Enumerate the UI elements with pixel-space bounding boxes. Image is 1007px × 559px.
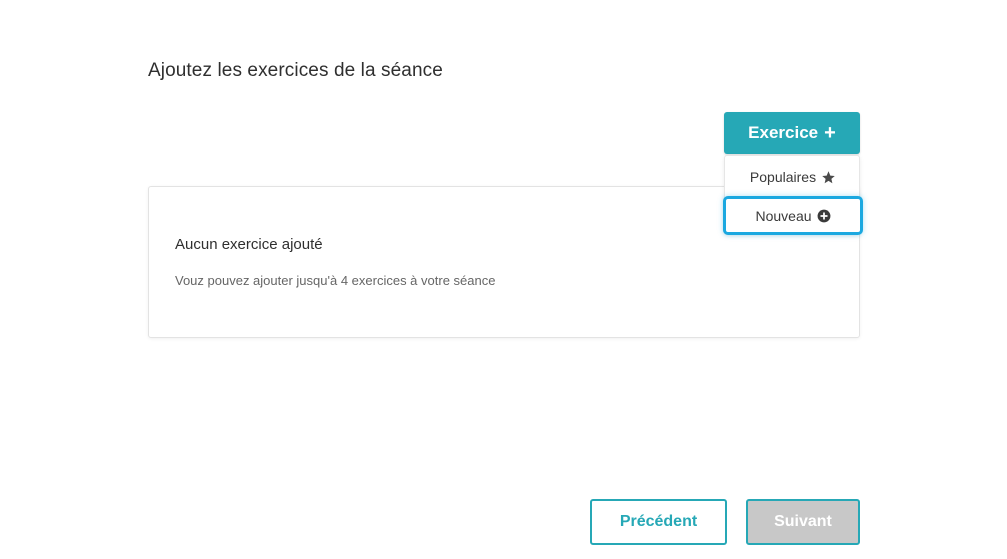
add-exercise-label: Exercice (748, 123, 819, 142)
plus-icon: + (824, 122, 836, 144)
page-title: Ajoutez les exercices de la séance (148, 60, 443, 81)
next-button[interactable]: Suivant (746, 499, 860, 545)
exercise-dropdown-menu: Populaires Nouveau (723, 155, 863, 235)
previous-button[interactable]: Précédent (590, 499, 727, 545)
empty-state-title: Aucun exercice ajouté (175, 236, 323, 253)
dropdown-item-new[interactable]: Nouveau (723, 196, 863, 235)
dropdown-item-label: Populaires (749, 169, 817, 185)
dropdown-item-popular[interactable]: Populaires (725, 158, 861, 196)
dropdown-item-label: Nouveau (755, 207, 812, 224)
empty-state-description: Vouz pouvez ajouter jusqu'à 4 exercices … (175, 273, 496, 288)
star-icon (821, 170, 836, 185)
plus-circle-icon (817, 209, 831, 223)
add-exercise-button[interactable]: Exercice + (724, 112, 860, 154)
page: Ajoutez les exercices de la séance Exerc… (0, 0, 1007, 559)
